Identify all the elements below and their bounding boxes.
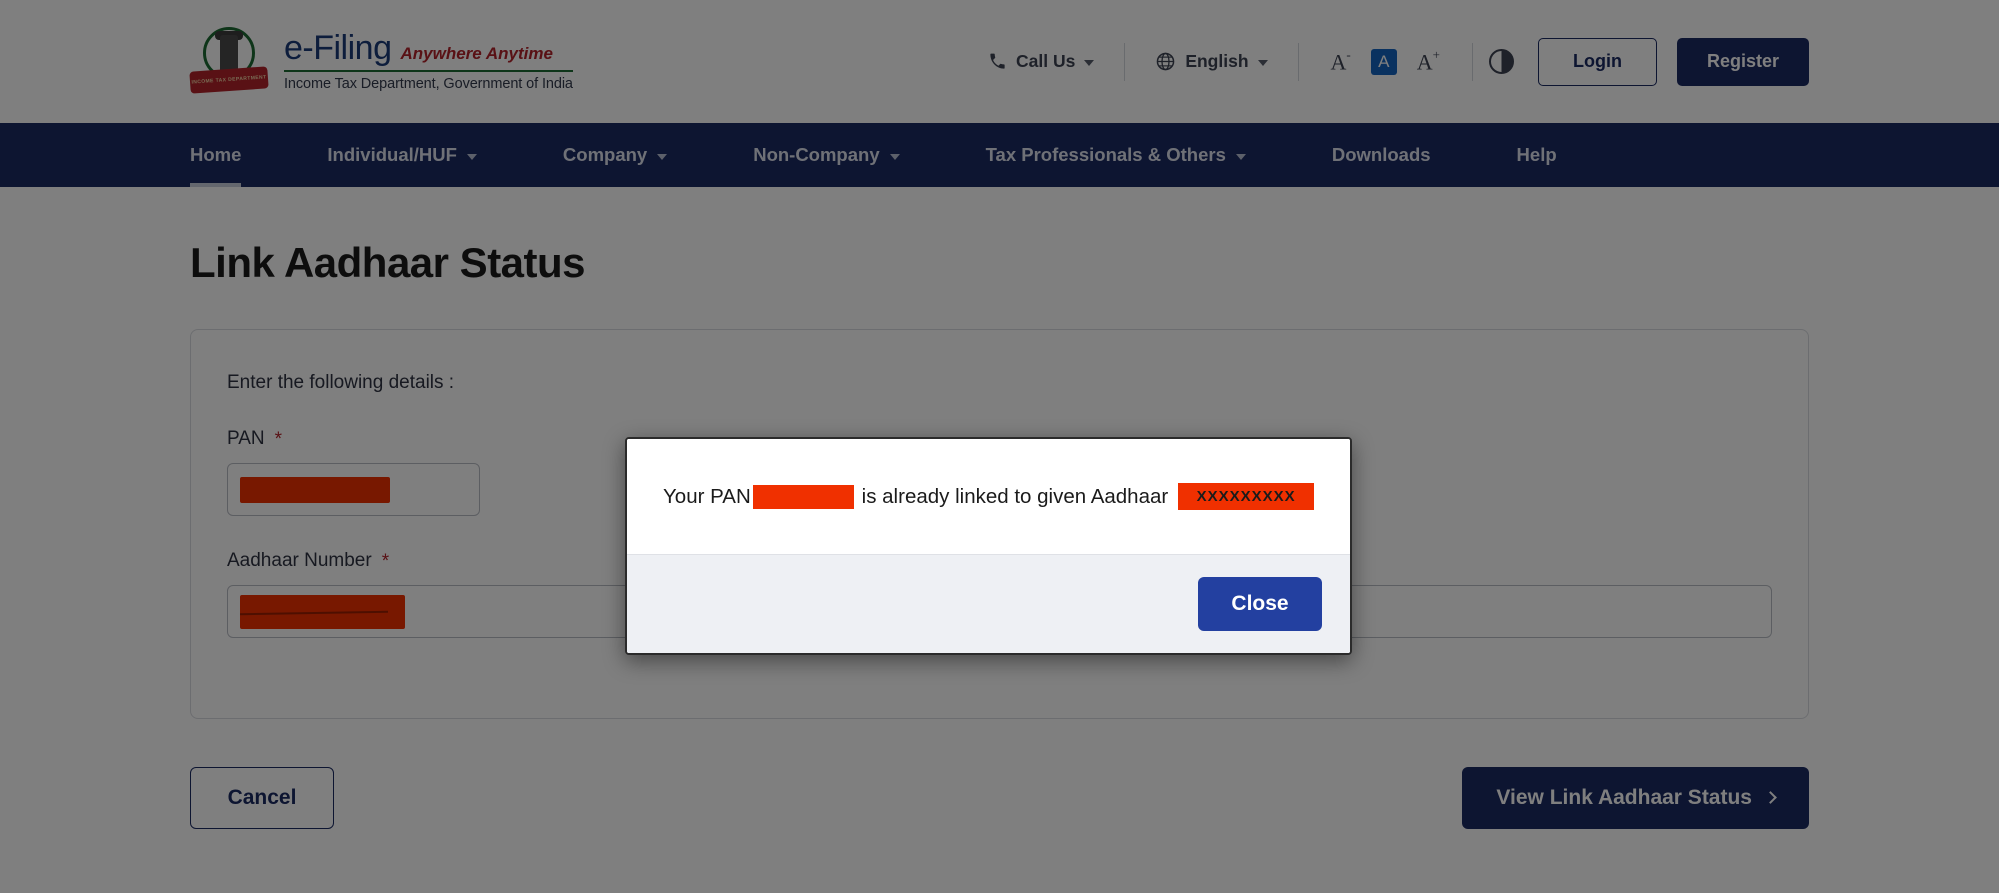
already-linked-dialog: Your PAN is already linked to given Aadh… — [625, 437, 1352, 655]
dialog-footer: Close — [627, 554, 1350, 653]
dialog-aadhaar-masked: XXXXXXXXX — [1196, 488, 1296, 505]
dialog-aadhaar-redaction: XXXXXXXXX — [1178, 483, 1314, 510]
dialog-message-prefix: Your PAN — [663, 484, 751, 508]
page-root: INCOME TAX DEPARTMENT e-Filing Anywhere … — [0, 0, 1999, 893]
dialog-message: Your PAN is already linked to given Aadh… — [627, 439, 1350, 554]
dialog-message-middle: is already linked to given Aadhaar — [861, 484, 1169, 508]
dialog-pan-redaction — [752, 484, 854, 509]
close-button[interactable]: Close — [1198, 577, 1322, 631]
